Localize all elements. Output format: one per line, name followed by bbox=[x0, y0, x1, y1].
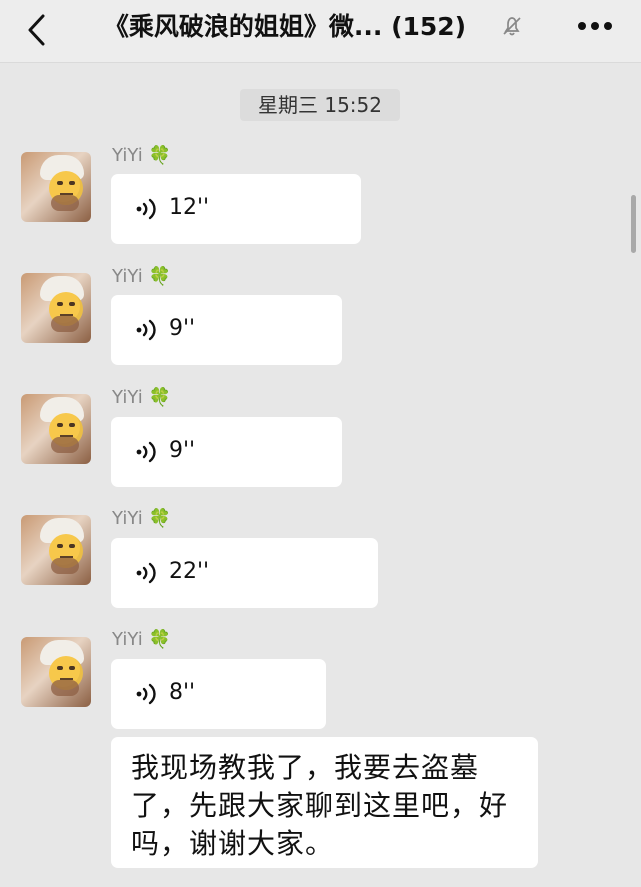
voice-wave-icon bbox=[136, 441, 156, 463]
chat-header: 《乘风破浪的姐姐》微... (152) bbox=[0, 0, 641, 63]
sender-name-text: YiYi bbox=[112, 145, 143, 166]
sender-name-text: YiYi bbox=[112, 508, 143, 529]
voice-wave-icon bbox=[136, 683, 156, 705]
avatar-hand bbox=[51, 680, 79, 696]
sender-name: YiYi 🍀 bbox=[112, 265, 171, 289]
avatar[interactable] bbox=[21, 152, 91, 222]
chat-scrollbar[interactable] bbox=[631, 195, 636, 253]
voice-wave-icon bbox=[136, 198, 156, 220]
clover-icon: 🍀 bbox=[148, 145, 171, 166]
voice-message-bubble[interactable]: 12'' bbox=[111, 174, 361, 244]
clover-icon: 🍀 bbox=[148, 629, 171, 650]
chat-title: 《乘风破浪的姐姐》微... (152) bbox=[103, 12, 467, 41]
more-dots-icon bbox=[578, 22, 612, 30]
voice-wave-icon bbox=[136, 562, 156, 584]
avatar[interactable] bbox=[21, 515, 91, 585]
clover-icon: 🍀 bbox=[148, 508, 171, 529]
muted-bell-icon bbox=[501, 15, 523, 37]
avatar-hand bbox=[51, 558, 79, 574]
avatar-hand bbox=[51, 437, 79, 453]
avatar-hand bbox=[51, 195, 79, 211]
more-button[interactable] bbox=[575, 14, 615, 38]
voice-duration: 8'' bbox=[169, 680, 196, 705]
voice-message-bubble[interactable]: 8'' bbox=[111, 659, 326, 729]
sender-name-text: YiYi bbox=[112, 266, 143, 287]
sender-name: YiYi 🍀 bbox=[112, 628, 171, 652]
clover-icon: 🍀 bbox=[148, 387, 171, 408]
voice-duration: 9'' bbox=[169, 316, 196, 341]
message-timestamp: 星期三 15:52 bbox=[240, 89, 400, 121]
message-text: 我现场教我了，我要去盗墓了，先跟大家聊到这里吧，好吗，谢谢大家。 bbox=[131, 751, 509, 860]
avatar[interactable] bbox=[21, 637, 91, 707]
back-button[interactable] bbox=[18, 10, 58, 50]
voice-message-bubble[interactable]: 9'' bbox=[111, 295, 342, 365]
voice-duration: 22'' bbox=[169, 559, 210, 584]
sender-name-text: YiYi bbox=[112, 629, 143, 650]
voice-message-bubble[interactable]: 9'' bbox=[111, 417, 342, 487]
sender-name: YiYi 🍀 bbox=[112, 144, 171, 168]
sender-name: YiYi 🍀 bbox=[112, 386, 171, 410]
avatar[interactable] bbox=[21, 394, 91, 464]
voice-message-bubble[interactable]: 22'' bbox=[111, 538, 378, 608]
sender-name-text: YiYi bbox=[112, 387, 143, 408]
avatar[interactable] bbox=[21, 273, 91, 343]
voice-wave-icon bbox=[136, 319, 156, 341]
voice-duration: 12'' bbox=[169, 195, 210, 220]
clover-icon: 🍀 bbox=[148, 266, 171, 287]
voice-duration: 9'' bbox=[169, 438, 196, 463]
back-chevron-icon bbox=[28, 14, 45, 46]
avatar-hand bbox=[51, 316, 79, 332]
sender-name: YiYi 🍀 bbox=[112, 507, 171, 531]
text-message-bubble[interactable]: 我现场教我了，我要去盗墓了，先跟大家聊到这里吧，好吗，谢谢大家。 bbox=[111, 737, 538, 868]
